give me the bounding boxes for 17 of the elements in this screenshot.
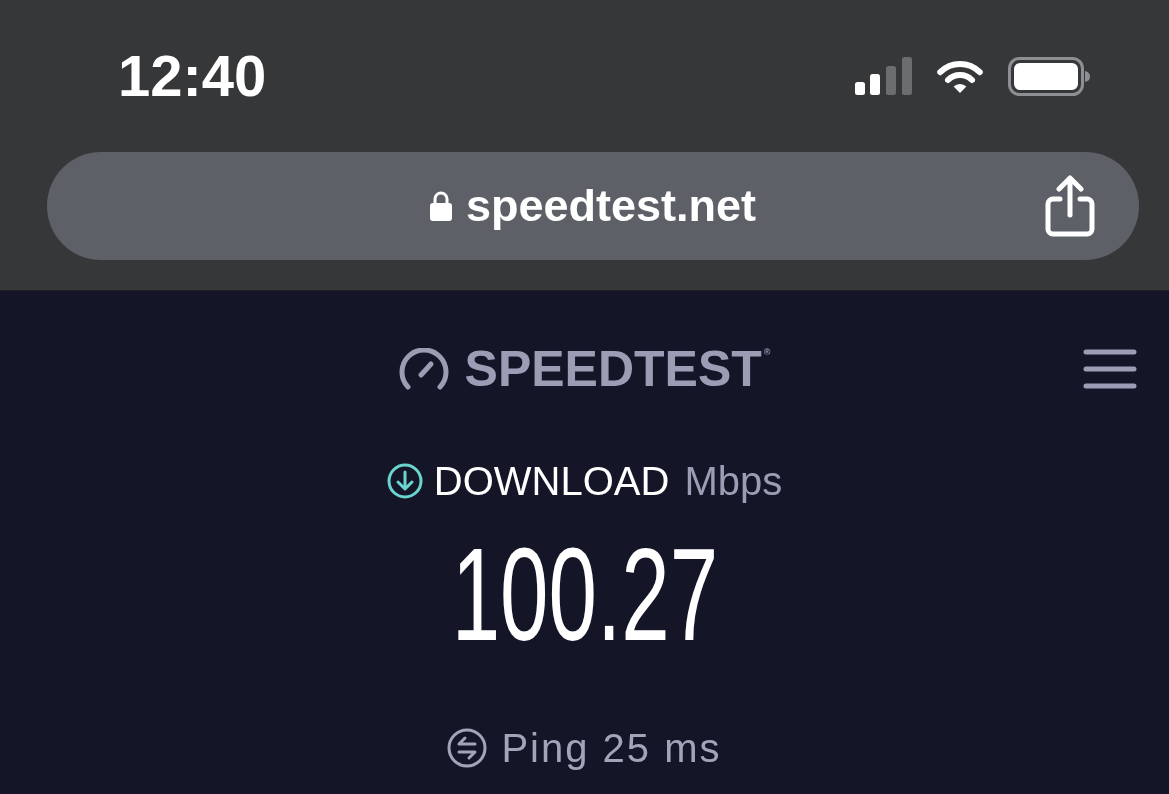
signal-icon <box>855 57 912 95</box>
download-icon <box>386 463 423 499</box>
address-bar[interactable]: speedtest.net <box>47 152 1139 260</box>
unit-label: Mbps <box>684 459 783 503</box>
logo-wordmark: SPEEDTEST$^{®}$ <box>464 344 771 394</box>
speed-value: 100.27 <box>451 529 718 661</box>
wifi-icon <box>935 58 985 94</box>
status-time: 12:40 <box>118 47 267 105</box>
ping-icon <box>447 728 488 768</box>
ping-text: Ping 25 ms <box>501 726 722 770</box>
lock-icon <box>429 191 452 221</box>
menu-icon[interactable] <box>1083 349 1137 389</box>
share-icon[interactable] <box>1045 175 1095 237</box>
battery-icon <box>1008 56 1090 96</box>
download-label: DOWNLOAD <box>433 459 670 503</box>
url-text: speedtest.net <box>465 181 757 231</box>
gauge-icon <box>398 348 449 390</box>
